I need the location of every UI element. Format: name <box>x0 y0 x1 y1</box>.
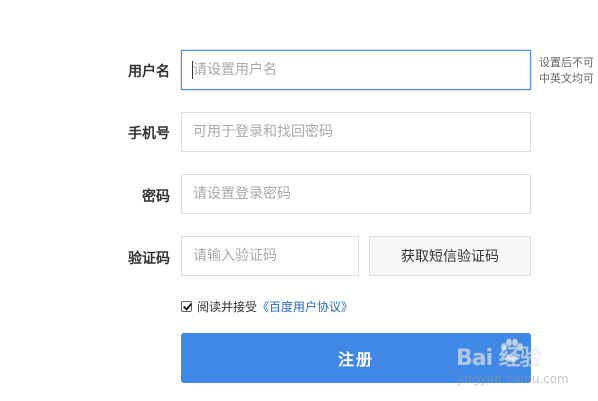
register-button[interactable]: 注册 <box>181 333 531 383</box>
username-label: 用户名 <box>128 64 170 80</box>
password-label: 密码 <box>142 189 170 205</box>
captcha-input[interactable] <box>181 236 359 276</box>
agreement-row: 阅读并接受 《百度用户协议》 <box>181 297 353 315</box>
phone-input[interactable] <box>181 112 531 152</box>
text-caret <box>192 61 193 79</box>
username-hint-text: 设置后不可 中英文均可 <box>539 56 594 85</box>
agreement-link[interactable]: 《百度用户协议》 <box>257 298 353 315</box>
username-hint: 设置后不可 中英文均可 <box>539 55 598 87</box>
agreement-checkbox[interactable] <box>181 300 192 312</box>
register-page: 用户名 设置后不可 中英文均可 手机号 密码 验证码 获取短信验证码 阅读并接受… <box>0 0 598 401</box>
get-sms-code-button[interactable]: 获取短信验证码 <box>369 236 531 276</box>
agreement-text: 阅读并接受 <box>197 299 258 314</box>
captcha-label: 验证码 <box>128 251 170 267</box>
username-input[interactable] <box>181 50 531 90</box>
phone-label: 手机号 <box>128 126 170 142</box>
password-input[interactable] <box>181 174 531 214</box>
